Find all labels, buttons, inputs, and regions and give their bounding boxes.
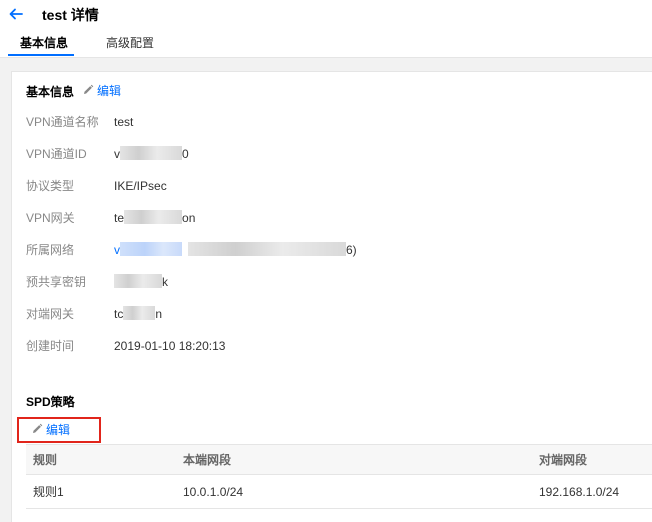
value-preshared-key: k (114, 274, 168, 290)
pencil-icon (33, 423, 43, 433)
active-tab-indicator (8, 54, 74, 56)
top-bar: test 详情 基本信息 高级配置 (0, 0, 652, 58)
pencil-icon (84, 84, 94, 94)
value-protocol-type: IKE/IPsec (114, 179, 167, 193)
redacted-block (114, 274, 162, 288)
column-header-local-cidr: 本端网段 (176, 444, 532, 475)
column-header-rule: 规则 (26, 444, 176, 475)
value-vpn-gateway: te on (114, 210, 195, 226)
cell-local-cidr: 10.0.1.0/24 (176, 474, 532, 509)
spd-edit-label: 编辑 (46, 423, 71, 437)
table-row: 规则1 10.0.1.0/24 192.168.1.0/24 (26, 474, 652, 509)
redacted-block (120, 242, 182, 256)
label-preshared-key: 预共享密钥 (26, 275, 87, 289)
redacted-block (188, 242, 346, 256)
label-tunnel-id: VPN通道ID (26, 147, 87, 161)
vpc-network-suffix: 6) (346, 243, 357, 257)
tab-advanced-config[interactable]: 高级配置 (106, 34, 154, 58)
value-peer-gateway: tc n (114, 306, 162, 322)
spd-table: 规则 本端网段 对端网段 规则1 10.0.1.0/24 192.168.1.0… (26, 444, 652, 509)
label-peer-gateway: 对端网关 (26, 307, 75, 321)
value-vpc-network[interactable]: v 6) (114, 242, 357, 258)
cell-rule: 规则1 (26, 474, 176, 509)
table-header-row: 规则 本端网段 对端网段 (26, 444, 652, 475)
label-created-time: 创建时间 (26, 339, 75, 353)
label-protocol-type: 协议类型 (26, 179, 75, 193)
redacted-block (123, 306, 156, 320)
redacted-block (120, 146, 182, 160)
basic-info-edit-link[interactable]: 编辑 (82, 83, 121, 99)
preshared-key-suffix: k (162, 275, 168, 289)
column-header-remote-cidr: 对端网段 (532, 444, 652, 475)
cell-remote-cidr: 192.168.1.0/24 (532, 474, 652, 509)
basic-info-section-title: 基本信息 (26, 85, 75, 99)
label-tunnel-name: VPN通道名称 (26, 115, 99, 129)
value-created-time: 2019-01-10 18:20:13 (114, 339, 226, 353)
vpn-gateway-prefix: te (114, 211, 125, 225)
tunnel-id-suffix: 0 (182, 147, 189, 161)
arrow-left-icon[interactable] (8, 6, 24, 22)
page-title: test 详情 (42, 7, 99, 23)
vpn-gateway-suffix: on (182, 211, 196, 225)
label-vpn-gateway: VPN网关 (26, 211, 75, 225)
value-tunnel-id: v0 (114, 146, 189, 162)
peer-gateway-prefix: tc (114, 307, 124, 321)
spd-edit-link[interactable]: 编辑 (31, 422, 70, 438)
detail-panel: 基本信息 编辑 VPN通道名称 test VPN通道ID v0 协议类型 IKE… (11, 71, 652, 522)
peer-gateway-suffix: n (155, 307, 163, 321)
basic-info-edit-label: 编辑 (97, 84, 122, 98)
value-tunnel-name: test (114, 115, 134, 129)
spd-section-title: SPD策略 (26, 395, 75, 409)
label-vpc-network: 所属网络 (26, 243, 75, 257)
redacted-block (124, 210, 183, 224)
